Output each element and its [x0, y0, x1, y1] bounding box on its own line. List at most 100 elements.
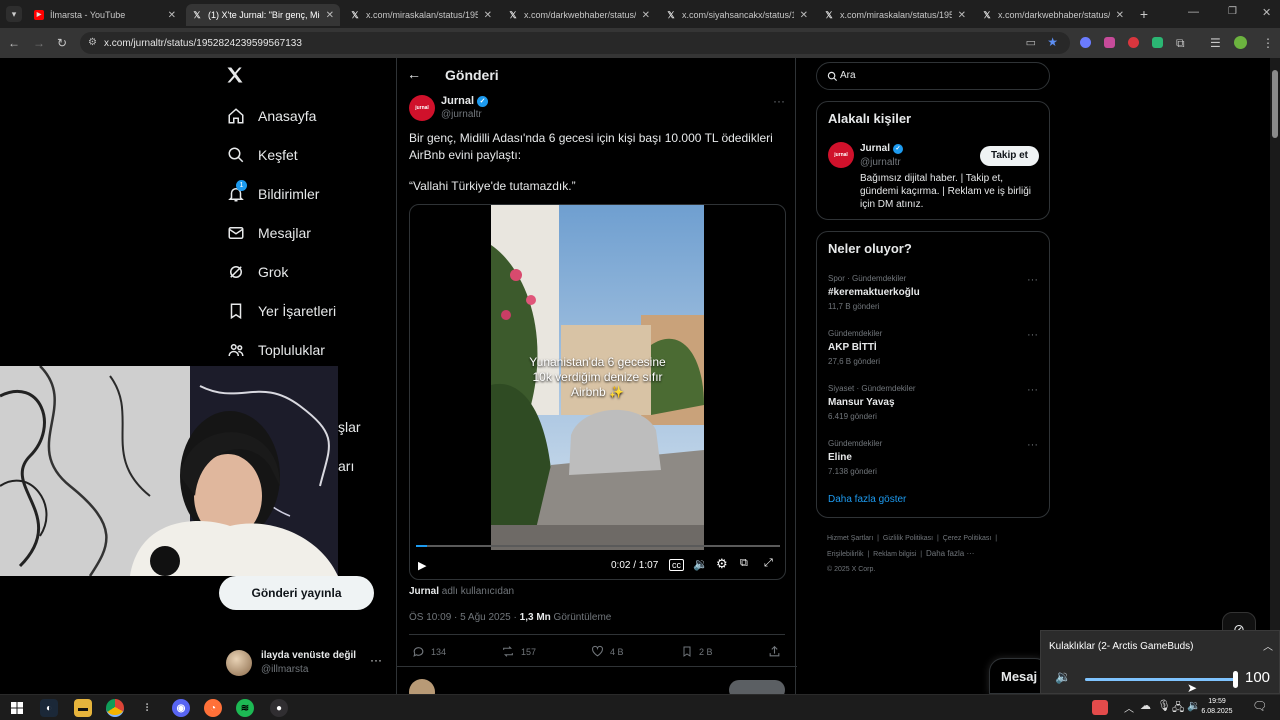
extension-icon[interactable] — [1128, 37, 1139, 48]
obs-icon[interactable]: ● — [270, 699, 288, 717]
tab-youtube[interactable]: ▶ İlmarsta - YouTube ✕ — [28, 4, 182, 26]
repost-button[interactable]: 157 — [501, 645, 536, 658]
close-icon[interactable]: ✕ — [326, 10, 334, 21]
steam-icon[interactable]: ◐ — [40, 699, 58, 717]
sidebar-item-notifications[interactable]: 1 Bildirimler — [226, 179, 319, 209]
more-dots-icon[interactable]: ··· — [1027, 439, 1038, 451]
pip-icon[interactable]: ⧉ — [740, 557, 748, 570]
discord-icon[interactable]: ◉ — [172, 699, 190, 717]
search-box[interactable]: Ara — [816, 62, 1050, 90]
close-window-button[interactable]: ✕ — [1262, 6, 1271, 19]
bookmark-button[interactable]: 2 B — [681, 645, 713, 658]
account-switcher[interactable]: ilayda venüste değil @illmarsta ··· — [226, 648, 386, 682]
extension-icon[interactable] — [1080, 37, 1091, 48]
show-more-link[interactable]: Daha fazla göster — [828, 494, 906, 505]
network-icon[interactable]: 🖧 — [1172, 699, 1184, 718]
tab-darkwebhaber-2[interactable]: 𝕏 x.com/darkwebhaber/status/19 ✕ — [976, 4, 1130, 26]
footer-link[interactable]: Hizmet Şartları — [827, 535, 873, 542]
author-handle[interactable]: @jurnaltr — [441, 109, 482, 120]
more-dots-icon[interactable]: ··· — [370, 653, 382, 667]
close-icon[interactable]: ✕ — [642, 10, 650, 21]
related-avatar[interactable]: jurnal — [828, 142, 854, 168]
video-player[interactable]: Yunanistan'da 6 gecesine 10k verdiğim de… — [409, 204, 786, 580]
profile-avatar[interactable] — [1234, 36, 1247, 49]
audio-device-name[interactable]: Kulaklıklar (2- Arctis GameBuds) — [1049, 641, 1194, 652]
sidebar-item-communities[interactable]: Topluluklar — [226, 335, 325, 365]
tab-search-dropdown[interactable]: ▾ — [6, 6, 22, 22]
forward-icon[interactable]: → — [33, 35, 45, 51]
volume-icon[interactable]: 🔉 — [693, 557, 708, 571]
volume-slider[interactable] — [1085, 671, 1238, 688]
sidebar-item-explore[interactable]: Keşfet — [226, 140, 298, 170]
file-explorer-icon[interactable]: ▬ — [74, 699, 92, 717]
more-dots-icon[interactable]: ··· — [1027, 329, 1038, 341]
follow-button[interactable]: Takip et — [980, 146, 1039, 166]
video-progress-track[interactable] — [416, 545, 780, 547]
chrome-icon[interactable] — [106, 699, 124, 717]
sidebar-item-bookmarks[interactable]: Yer İşaretleri — [226, 296, 336, 326]
like-button[interactable]: 4 B — [591, 645, 624, 658]
fullscreen-icon[interactable]: ⤢ — [764, 557, 773, 570]
related-handle[interactable]: @jurnaltr — [860, 157, 901, 168]
sidebar-item-partial[interactable]: arı — [338, 451, 354, 481]
close-icon[interactable]: ✕ — [484, 10, 492, 21]
footer-link[interactable]: Reklam bilgisi — [873, 551, 916, 558]
site-info-icon[interactable]: ⚙ — [88, 37, 97, 48]
close-icon[interactable]: ✕ — [1116, 10, 1124, 21]
onedrive-icon[interactable]: ☁ — [1140, 699, 1151, 712]
tab-miraskalan-2[interactable]: 𝕏 x.com/miraskalan/status/1952 ✕ — [818, 4, 972, 26]
windows-start-icon[interactable] — [8, 699, 26, 717]
extensions-puzzle-icon[interactable]: ⧉ — [1176, 35, 1185, 51]
reply-button[interactable]: 134 — [412, 645, 446, 658]
extension-icon[interactable] — [1104, 37, 1115, 48]
sidebar-item-messages[interactable]: Mesajlar — [226, 218, 311, 248]
clock[interactable]: 19:59 6.08.2025 — [1200, 697, 1234, 717]
sidebar-item-partial[interactable]: şlar — [338, 412, 361, 442]
app-icon[interactable]: ⫶ — [138, 699, 156, 717]
share-button[interactable] — [768, 645, 787, 658]
spotify-icon[interactable]: ≋ — [236, 699, 254, 717]
close-icon[interactable]: ✕ — [800, 10, 808, 21]
source-user[interactable]: Jurnal — [409, 586, 439, 597]
play-icon[interactable]: ▶ — [418, 559, 426, 572]
x-logo[interactable] — [225, 65, 249, 89]
related-name[interactable]: Jurnal ✓ — [860, 143, 904, 154]
volume-slider-thumb[interactable] — [1233, 671, 1238, 688]
speaker-tray-icon[interactable]: 🔉 — [1187, 699, 1201, 712]
footer-link[interactable]: Gizlilik Politikası — [883, 535, 933, 542]
more-dots-icon[interactable]: ··· — [1027, 384, 1038, 396]
maximize-button[interactable]: ❐ — [1228, 6, 1237, 17]
footer-link[interactable]: Erişilebilirlik — [827, 551, 864, 558]
more-dots-icon[interactable]: ··· — [1027, 274, 1038, 286]
extension-icon[interactable] — [1152, 37, 1163, 48]
reply-button-partial[interactable] — [729, 680, 785, 694]
minimize-button[interactable]: — — [1188, 6, 1199, 18]
footer-link[interactable]: Daha fazla ··· — [926, 549, 974, 558]
more-dots-icon[interactable]: ··· — [773, 94, 785, 108]
post-button[interactable]: Gönderi yayınla — [219, 576, 374, 610]
close-icon[interactable]: ✕ — [958, 10, 966, 21]
captions-icon[interactable]: cc — [669, 559, 684, 571]
trend-item[interactable]: Spor · Gündemdekiler #keremaktuerkoğlu 1… — [828, 274, 1038, 311]
new-tab-button[interactable]: + — [1135, 5, 1153, 23]
menu-dots-icon[interactable]: ⋮ — [1262, 35, 1274, 51]
back-icon[interactable]: ← — [8, 35, 20, 51]
speaker-icon[interactable]: 🔉 — [1055, 669, 1071, 685]
close-icon[interactable]: ✕ — [168, 10, 176, 21]
install-app-icon[interactable]: ▭ — [1026, 36, 1036, 49]
sidebar-item-grok[interactable]: Grok — [226, 257, 288, 287]
scrollbar-thumb[interactable] — [1272, 70, 1278, 138]
microphone-icon[interactable]: 🎙 — [1157, 699, 1171, 712]
tab-miraskalan-1[interactable]: 𝕏 x.com/miraskalan/status/1952 ✕ — [344, 4, 498, 26]
settings-gear-icon[interactable]: ⚙ — [716, 556, 728, 572]
reading-list-icon[interactable]: ☰ — [1210, 35, 1221, 51]
page-scrollbar[interactable] — [1270, 58, 1280, 694]
tab-siyahsancakx[interactable]: 𝕏 x.com/siyahsancakx/status/19 ✕ — [660, 4, 814, 26]
author-name[interactable]: Jurnal ✓ — [441, 95, 489, 107]
trend-item[interactable]: Gündemdekiler AKP BİTTİ 27,6 B gönderi ·… — [828, 329, 1038, 366]
tab-active-jurnal[interactable]: 𝕏 (1) X'te Jurnal: "Bir genç, Midilli ✕ — [186, 4, 340, 26]
author-avatar[interactable]: jurnal — [409, 95, 435, 121]
trend-item[interactable]: Siyaset · Gündemdekiler Mansur Yavaş 6.4… — [828, 384, 1038, 421]
chevron-up-icon[interactable]: ︿ — [1263, 638, 1273, 653]
tab-darkwebhaber-1[interactable]: 𝕏 x.com/darkwebhaber/status/19 ✕ — [502, 4, 656, 26]
